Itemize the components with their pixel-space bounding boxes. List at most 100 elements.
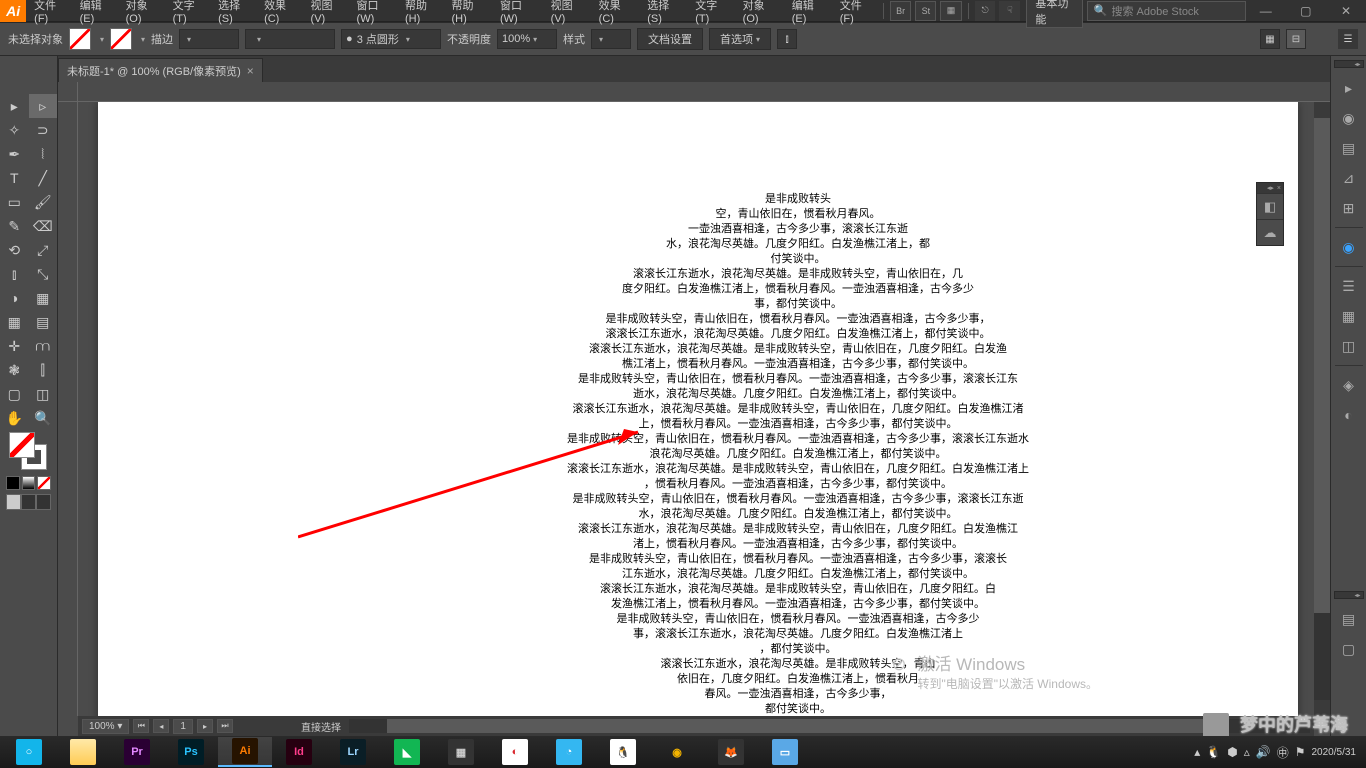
floating-panel-dock[interactable]: ◂▸× ◧ ☁ (1256, 182, 1284, 246)
vertical-ruler[interactable] (58, 102, 78, 716)
touch-icon[interactable]: ☟ (999, 1, 1020, 21)
menu-item[interactable]: 帮助(H) (397, 0, 443, 25)
transparency-panel-icon[interactable]: ◫ (1335, 333, 1363, 359)
color-panel-icon[interactable]: ◉ (1335, 105, 1363, 131)
menu-item[interactable]: 编辑(E) (72, 0, 118, 25)
taskbar-premiere[interactable]: Pr (110, 737, 164, 767)
menu-帮助(H)[interactable]: 帮助(H) (443, 0, 492, 25)
prev-artboard-button[interactable]: ◂ (153, 719, 169, 733)
workspace-switcher[interactable]: 基本功能 (1026, 0, 1082, 28)
hand-tool[interactable]: ✋ (0, 406, 29, 430)
isolate-icon[interactable]: ⊟ (1286, 29, 1306, 49)
menu-item[interactable]: 文件(F) (26, 0, 71, 25)
artboard-num-input[interactable]: 1 (173, 719, 193, 734)
close-button[interactable]: ✕ (1326, 0, 1366, 22)
dock-collapse-icon-2[interactable]: ◂▸ (1334, 591, 1364, 599)
brushes-panel-icon[interactable]: ⊿ (1335, 165, 1363, 191)
minimize-button[interactable]: — (1246, 0, 1286, 22)
menu-item[interactable]: 效果(C) (256, 0, 302, 25)
taskbar-explorer[interactable] (56, 737, 110, 767)
opacity-input[interactable]: 100% (497, 29, 557, 49)
layers-panel-icon[interactable]: ▤ (1335, 606, 1363, 632)
system-tray[interactable]: ▴ 🐧 ⬢ ▵ 🔊 ㊥ ⚑ 2020/5/31 (1194, 744, 1364, 761)
library-panel-icon[interactable]: ☁ (1257, 219, 1283, 245)
taskbar-qq[interactable]: 🐧 (596, 737, 650, 767)
taskbar-fox[interactable]: 🦊 (704, 737, 758, 767)
tray-up-icon[interactable]: ▴ (1194, 745, 1200, 759)
line-tool[interactable]: ╱ (29, 166, 58, 190)
next-artboard-button[interactable]: ▸ (197, 719, 213, 733)
properties-panel-icon[interactable]: ▸ (1335, 75, 1363, 101)
ruler-origin[interactable] (58, 82, 78, 102)
stock-icon[interactable]: St (915, 1, 936, 21)
taskbar-chrome[interactable]: ◉ (650, 737, 704, 767)
width-tool[interactable]: ⫾ (0, 262, 29, 286)
graphic-styles-icon[interactable]: ◐ (1335, 402, 1363, 428)
close-tab-icon[interactable]: × (247, 64, 254, 78)
taskbar-mega[interactable]: ◐ (488, 737, 542, 767)
menu-item[interactable]: 对象(O) (118, 0, 165, 25)
transform-panel-icon[interactable]: ▦ (1260, 29, 1280, 49)
taskbar-green[interactable]: ◣ (380, 737, 434, 767)
perspective-tool[interactable]: ▦ (29, 286, 58, 310)
maximize-button[interactable]: ▢ (1286, 0, 1326, 22)
info-panel-icon[interactable]: ◧ (1257, 193, 1283, 219)
menu-选择(S)[interactable]: 选择(S) (639, 0, 687, 25)
tray-shield-icon[interactable]: ⬢ (1227, 745, 1237, 759)
menu-item[interactable]: 选择(S) (210, 0, 256, 25)
menu-窗口(W)[interactable]: 窗口(W) (492, 0, 543, 25)
lasso-tool[interactable]: ⊃ (29, 118, 58, 142)
dock-collapse-icon[interactable]: ◂▸ (1334, 60, 1364, 68)
last-artboard-button[interactable]: ⏭ (217, 719, 233, 733)
document-tab[interactable]: 未标题-1* @ 100% (RGB/像素预览) × (58, 58, 263, 82)
pen-tool[interactable]: ✒ (0, 142, 29, 166)
direct-selection-tool[interactable]: ▹ (29, 94, 58, 118)
preferences-button[interactable]: 首选项 (709, 28, 771, 50)
fill-color[interactable] (9, 432, 35, 458)
rotate-tool[interactable]: ⟲ (0, 238, 29, 262)
align-icon[interactable]: ⫾ (777, 29, 797, 49)
symbol-sprayer-tool[interactable]: ❃ (0, 358, 29, 382)
rectangle-tool[interactable]: ▭ (0, 190, 29, 214)
search-input[interactable]: 🔍搜索 Adobe Stock (1087, 1, 1246, 21)
tray-flag-icon[interactable]: ⚑ (1295, 745, 1306, 759)
blend-tool[interactable]: ⩋ (29, 334, 58, 358)
gradient-panel-icon[interactable]: ▦ (1335, 303, 1363, 329)
gpu-icon[interactable]: ⎋ (975, 1, 996, 21)
menu-视图(V)[interactable]: 视图(V) (543, 0, 591, 25)
document-setup-button[interactable]: 文档设置 (637, 28, 703, 50)
normal-screen-icon[interactable] (6, 494, 21, 510)
vertical-scrollbar[interactable] (1314, 102, 1330, 716)
panel-menu-icon[interactable]: ☰ (1338, 29, 1358, 49)
gradient-tool[interactable]: ▤ (29, 310, 58, 334)
first-artboard-button[interactable]: ⏮ (133, 719, 149, 733)
artboards-panel-icon[interactable]: ▢ (1335, 636, 1363, 662)
curvature-tool[interactable]: ⦚ (29, 142, 58, 166)
mesh-tool[interactable]: ▦ (0, 310, 29, 334)
artboard[interactable]: 是非成败转头空，青山依旧在，惯看秋月春风。一壶浊酒喜相逢，古今多少事，滚滚长江东… (98, 102, 1298, 716)
taskbar-illustrator[interactable]: Ai (218, 737, 272, 767)
eraser-tool[interactable]: ⌫ (29, 214, 58, 238)
tray-qq-icon[interactable]: 🐧 (1206, 745, 1221, 759)
fill-stroke-control[interactable] (9, 432, 49, 472)
slice-tool[interactable]: ◫ (29, 382, 58, 406)
tray-net-icon[interactable]: ▵ (1244, 745, 1250, 759)
type-tool[interactable]: T (0, 166, 29, 190)
tray-ime-icon[interactable]: ㊥ (1277, 744, 1289, 761)
menu-对象(O)[interactable]: 对象(O) (735, 0, 784, 25)
scale-tool[interactable]: ⤢ (29, 238, 58, 262)
menu-文件(F)[interactable]: 文件(F) (832, 0, 879, 25)
swatches-panel-icon[interactable]: ▤ (1335, 135, 1363, 161)
shaper-tool[interactable]: ✎ (0, 214, 29, 238)
color-mode-icon[interactable] (6, 476, 20, 490)
area-type-object[interactable]: 是非成败转头空，青山依旧在，惯看秋月春风。一壶浊酒喜相逢，古今多少事，滚滚长江东… (538, 192, 1058, 716)
cc-libraries-icon[interactable]: ◉ (1335, 234, 1363, 260)
taskbar-notes[interactable]: ▭ (758, 737, 812, 767)
paintbrush-tool[interactable]: 🖌 (29, 190, 58, 214)
zoom-input[interactable]: 100% ▾ (82, 719, 129, 734)
canvas[interactable]: 是非成败转头空，青山依旧在，惯看秋月春风。一壶浊酒喜相逢，古今多少事，滚滚长江东… (58, 82, 1330, 736)
bridge-icon[interactable]: Br (890, 1, 911, 21)
arrange-icon[interactable]: ▦ (940, 1, 961, 21)
gradient-mode-icon[interactable] (22, 476, 36, 490)
taskbar-browser[interactable]: ○ (2, 737, 56, 767)
